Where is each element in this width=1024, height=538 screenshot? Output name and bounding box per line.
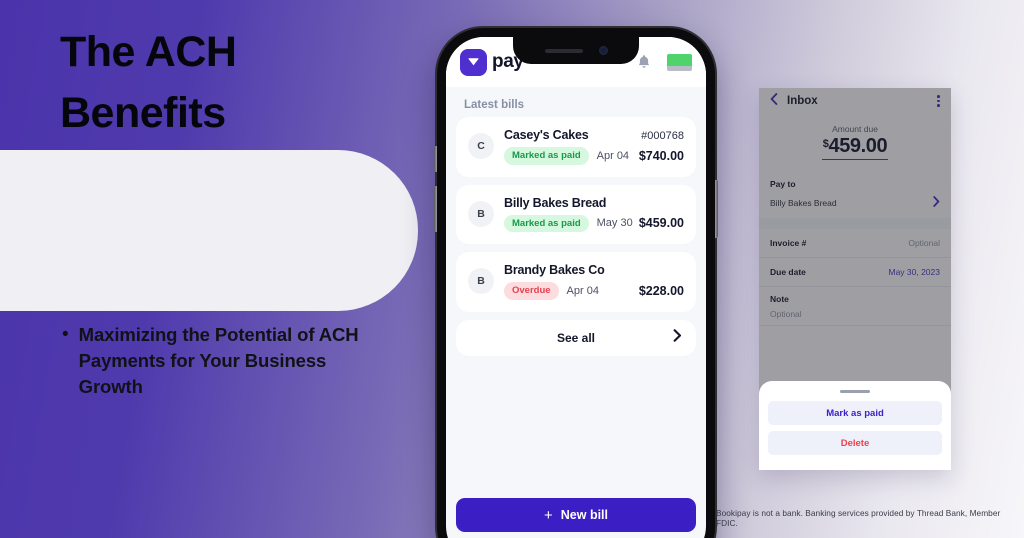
amount-number: 459.00	[828, 135, 888, 157]
front-camera-icon	[598, 46, 608, 55]
drag-handle[interactable]	[840, 390, 870, 393]
bill-payee: Brandy Bakes Co	[504, 263, 605, 277]
delete-button[interactable]: Delete	[768, 431, 942, 455]
amount-due-block: Amount due $459.00	[759, 114, 951, 172]
chevron-right-icon	[673, 328, 682, 347]
bill-date: Apr 04	[566, 284, 599, 297]
status-badge: Marked as paid	[504, 147, 589, 165]
table-row[interactable]: C Casey's Cakes #000768 Marked as paid A…	[456, 117, 696, 177]
phone-screen: pay Latest bills C Casey's Cakes #000768…	[446, 37, 706, 538]
bill-meta: Marked as paid Apr 04	[504, 147, 629, 165]
bill-payee: Billy Bakes Bread	[504, 195, 607, 210]
bullet-text: Maximizing the Potential of ACH Payments…	[78, 324, 359, 397]
phone-notch	[513, 37, 639, 64]
note-label: Note	[770, 294, 789, 304]
inbox-toolbar: Inbox	[759, 88, 951, 114]
status-badge: Overdue	[504, 282, 559, 300]
table-row[interactable]: B Billy Bakes Bread Marked as paid May 3…	[456, 184, 696, 244]
due-date-label: Due date	[770, 267, 806, 277]
note-row: Optional	[770, 309, 940, 319]
bill-header-row: Brandy Bakes Co	[504, 263, 684, 277]
bell-icon[interactable]	[635, 52, 653, 72]
avatar: C	[468, 133, 494, 160]
new-bill-footer: + New bill	[446, 498, 706, 532]
check-envelope-icon	[460, 48, 487, 76]
bill-date: Apr 04	[596, 149, 630, 162]
action-sheet: Mark as paid Delete	[759, 381, 951, 470]
phone-power-button[interactable]	[715, 180, 718, 238]
pay-to-field[interactable]: Pay to Billy Bakes Bread	[759, 172, 951, 218]
status-badge: Marked as paid	[504, 214, 589, 232]
bullet-marker: •	[62, 324, 69, 345]
note-field[interactable]: Note Optional	[759, 287, 951, 326]
bill-meta: Marked as paid May 30	[504, 214, 633, 232]
title-card	[0, 150, 418, 311]
bill-amount: $740.00	[638, 148, 684, 163]
amount-due-label: Amount due	[832, 124, 878, 134]
bill-list: C Casey's Cakes #000768 Marked as paid A…	[446, 117, 706, 312]
bill-amount: $228.00	[638, 283, 684, 298]
bill-payee: Casey's Cakes	[504, 128, 589, 142]
bill-detail-row: Marked as paid May 30 $459.00	[504, 214, 684, 232]
new-bill-button[interactable]: + New bill	[456, 498, 696, 532]
due-date-value[interactable]: May 30, 2023	[888, 267, 940, 277]
see-all-button[interactable]: See all	[456, 319, 696, 356]
bullet-list-item: • Maximizing the Potential of ACH Paymen…	[62, 322, 392, 400]
bill-invoice-number: #000768	[641, 130, 684, 142]
bill-header-row: Billy Bakes Bread	[504, 196, 684, 210]
amount-due-value: $459.00	[823, 135, 888, 158]
inbox-panel: Inbox Amount due $459.00 Pay to Billy Ba…	[759, 88, 951, 470]
due-date-field[interactable]: Due date May 30, 2023	[759, 258, 951, 287]
bill-detail-row: Marked as paid Apr 04 $740.00	[504, 147, 684, 165]
bill-body: Casey's Cakes #000768 Marked as paid Apr…	[504, 128, 684, 165]
disclaimer-text: Bookipay is not a bank. Banking services…	[716, 508, 1001, 528]
see-all-label: See all	[556, 330, 596, 345]
speaker-grill-icon	[544, 48, 583, 53]
invoice-number-input[interactable]: Optional	[908, 238, 940, 248]
slide-canvas: The ACH Benefits • Maximizing the Potent…	[0, 0, 1024, 538]
amount-underline	[822, 159, 888, 160]
inbox-title: Inbox	[787, 95, 818, 107]
pay-to-row: Billy Bakes Bread	[770, 194, 940, 212]
note-input[interactable]: Optional	[770, 309, 802, 319]
chevron-right-icon	[933, 194, 940, 212]
new-bill-label: New bill	[560, 508, 608, 522]
pay-to-label: Pay to	[770, 179, 796, 189]
avatar: B	[468, 268, 494, 295]
bill-header-row: Casey's Cakes #000768	[504, 128, 684, 142]
bill-detail-row: Overdue Apr 04 $228.00	[504, 282, 684, 300]
mark-as-paid-button[interactable]: Mark as paid	[768, 401, 942, 425]
bill-date: May 30	[596, 217, 633, 230]
bill-amount: $459.00	[638, 216, 684, 231]
table-row[interactable]: B Brandy Bakes Co Overdue Apr 04 $228.00	[456, 252, 696, 312]
pay-to-value: Billy Bakes Bread	[770, 198, 837, 208]
phone-mockup: pay Latest bills C Casey's Cakes #000768…	[434, 28, 718, 538]
page-title: The ACH Benefits	[60, 28, 237, 138]
chevron-left-icon[interactable]	[770, 92, 778, 110]
invoice-number-field[interactable]: Invoice # Optional	[759, 229, 951, 258]
latest-bills-label: Latest bills	[446, 87, 706, 117]
invoice-number-label: Invoice #	[770, 238, 807, 248]
bill-body: Brandy Bakes Co Overdue Apr 04 $228.00	[504, 263, 684, 300]
bill-body: Billy Bakes Bread Marked as paid May 30 …	[504, 196, 684, 232]
avatar: B	[468, 200, 494, 227]
payment-card-icon[interactable]	[667, 53, 692, 71]
plus-icon: +	[544, 506, 553, 524]
kebab-menu-icon[interactable]	[937, 95, 940, 107]
field-divider	[759, 218, 951, 229]
bill-meta: Overdue Apr 04	[504, 282, 599, 300]
